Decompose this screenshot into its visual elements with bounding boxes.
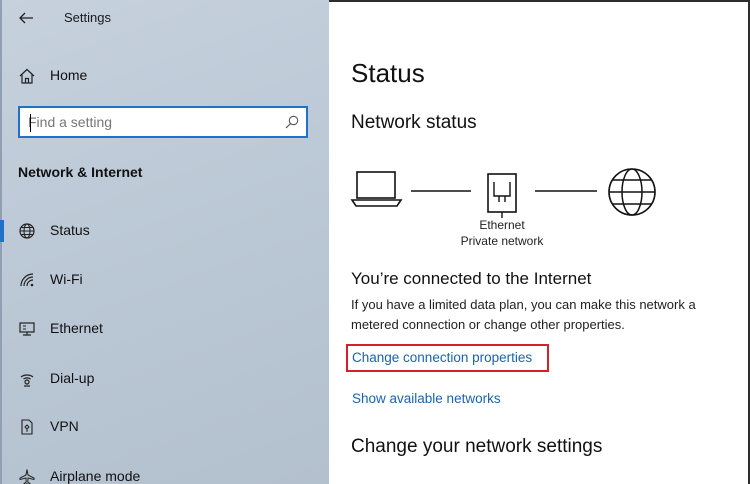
- sidebar-item-vpn[interactable]: VPN: [0, 410, 329, 444]
- sidebar-item-airplane[interactable]: Airplane mode: [0, 460, 329, 484]
- search-input[interactable]: [28, 112, 278, 132]
- home-label: Home: [50, 67, 88, 83]
- sidebar-item-status[interactable]: Status: [0, 214, 329, 248]
- vpn-icon: [21, 419, 33, 435]
- back-arrow-icon[interactable]: [17, 9, 35, 27]
- sidebar-item-wifi[interactable]: Wi-Fi: [0, 263, 329, 297]
- main-content: Status Network status Ethernet Private n…: [329, 0, 750, 484]
- search-box[interactable]: [18, 106, 308, 138]
- home-icon: [19, 68, 35, 84]
- sidebar-item-label: VPN: [50, 418, 79, 434]
- dialup-icon: [20, 374, 34, 387]
- app-title: Settings: [64, 10, 111, 25]
- change-settings-heading: Change your network settings: [351, 436, 603, 457]
- sidebar-item-label: Wi-Fi: [50, 271, 83, 287]
- wifi-icon: [20, 273, 34, 287]
- laptop-icon: [350, 171, 403, 207]
- text-caret: [30, 114, 31, 132]
- sidebar: Settings Home Network & Internet: [0, 0, 329, 484]
- settings-window: Settings Home Network & Internet: [0, 0, 750, 484]
- show-available-networks-link[interactable]: Show available networks: [352, 391, 501, 406]
- sidebar-item-label: Dial-up: [50, 370, 95, 386]
- page-title: Status: [351, 58, 425, 88]
- internet-globe-icon: [608, 168, 656, 216]
- ethernet-icon: [19, 322, 35, 336]
- sidebar-item-label: Airplane mode: [50, 468, 141, 484]
- adapter-name: Ethernet: [479, 218, 525, 232]
- sidebar-item-dialup[interactable]: Dial-up: [0, 362, 329, 396]
- ethernet-adapter-icon: [487, 173, 517, 218]
- section-heading: Network & Internet: [18, 164, 143, 180]
- connection-description: If you have a limited data plan, you can…: [351, 297, 696, 332]
- sidebar-item-ethernet[interactable]: Ethernet: [0, 312, 329, 346]
- connection-status-heading: You’re connected to the Internet: [351, 269, 592, 288]
- home-nav-item[interactable]: Home: [0, 60, 329, 92]
- network-profile: Private network: [460, 234, 544, 248]
- sidebar-item-label: Status: [50, 222, 90, 238]
- title-bar: Settings: [0, 0, 329, 36]
- globe-icon: [19, 223, 35, 239]
- change-connection-properties-link[interactable]: Change connection properties: [352, 350, 532, 365]
- airplane-icon: [19, 469, 35, 484]
- search-icon[interactable]: [284, 114, 300, 130]
- window-top-border: [329, 0, 750, 2]
- sidebar-item-label: Ethernet: [50, 320, 103, 336]
- active-indicator: [0, 220, 4, 242]
- network-status-heading: Network status: [351, 112, 477, 133]
